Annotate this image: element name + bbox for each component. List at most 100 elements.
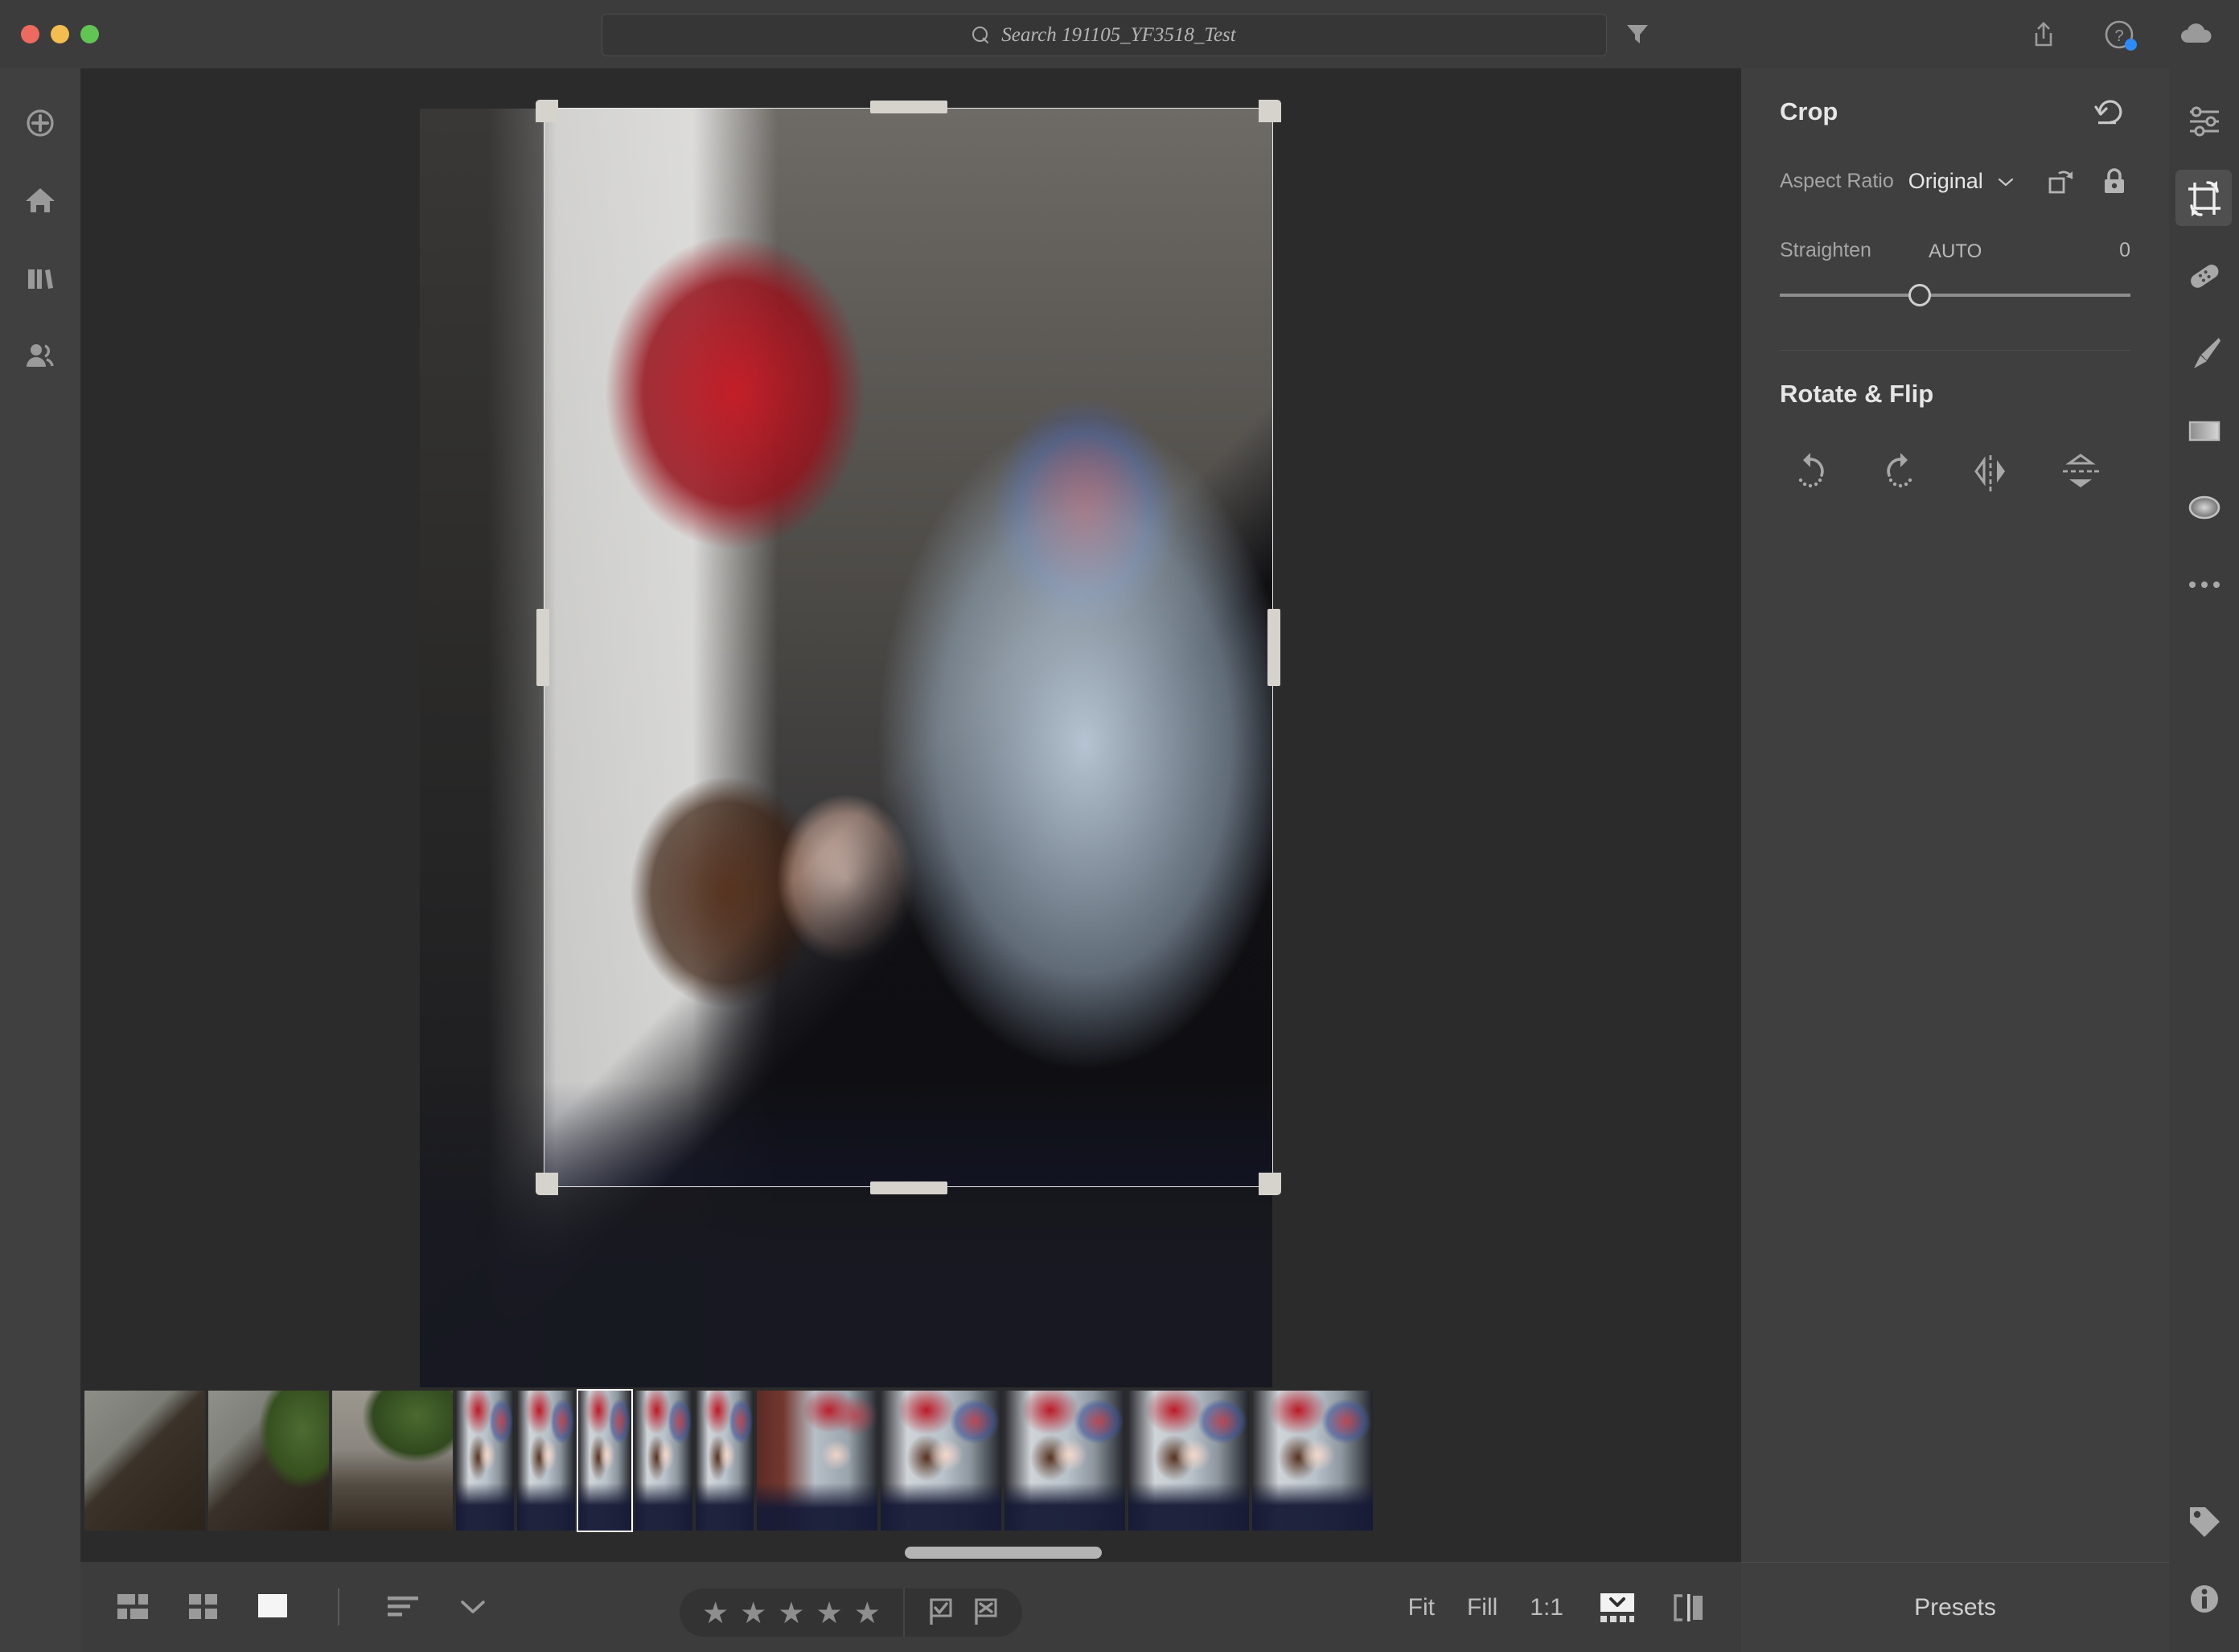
aspect-ratio-value[interactable]: Original <box>1908 169 1983 194</box>
tool-crop[interactable] <box>2169 160 2239 237</box>
rotate-crop-icon[interactable] <box>2045 165 2077 197</box>
filmstrip-thumb[interactable] <box>635 1391 692 1531</box>
straighten-row: Straighten AUTO 0 <box>1780 239 2130 263</box>
filmstrip-thumb[interactable] <box>1004 1391 1125 1531</box>
star-4[interactable]: ★ <box>816 1598 843 1628</box>
left-navigation-rail <box>0 68 80 1652</box>
crop-handle-bottom-right[interactable] <box>1259 1173 1281 1195</box>
tool-healing[interactable] <box>2169 237 2239 314</box>
crop-handle-top-center[interactable] <box>869 101 947 113</box>
close-button[interactable] <box>21 25 39 43</box>
filmstrip-toggle-icon[interactable] <box>1596 1591 1636 1625</box>
zoom-1to1-button[interactable]: 1:1 <box>1530 1594 1563 1621</box>
minimize-button[interactable] <box>51 25 69 43</box>
filmstrip-thumb[interactable] <box>696 1391 754 1531</box>
rotate-right-icon[interactable] <box>1878 449 1923 494</box>
tool-info[interactable] <box>2169 1560 2239 1638</box>
tool-more-options[interactable] <box>2169 546 2239 623</box>
star-2[interactable]: ★ <box>740 1598 766 1628</box>
tool-keywords[interactable] <box>2169 1483 2239 1560</box>
sidebar-item-home[interactable] <box>0 162 80 239</box>
thumb-soldier-1 <box>456 1391 514 1531</box>
help-notification-badge <box>2125 39 2137 51</box>
sort-icon[interactable] <box>383 1588 425 1625</box>
maximize-button[interactable] <box>80 25 99 43</box>
tool-brush[interactable] <box>2169 314 2239 392</box>
flag-picked-icon[interactable] <box>924 1594 958 1632</box>
thumb-soldier-8 <box>1128 1391 1249 1531</box>
filmstrip-thumb[interactable] <box>757 1391 877 1531</box>
search-value: Search 191105_YF3518_Test <box>1001 23 1236 46</box>
filmstrip[interactable] <box>80 1387 1741 1534</box>
mosaic-view-icon[interactable] <box>114 1588 156 1625</box>
flip-vertical-icon[interactable] <box>2058 449 2103 494</box>
straighten-slider[interactable] <box>1780 281 2130 310</box>
chevron-down-icon[interactable] <box>1998 176 2014 187</box>
star-1[interactable]: ★ <box>702 1598 729 1628</box>
sidebar-item-add-photos[interactable] <box>0 84 80 162</box>
filmstrip-scrollbar-handle[interactable] <box>905 1547 1102 1559</box>
tool-radial-gradient[interactable] <box>2169 469 2239 546</box>
radial-gradient-icon <box>2184 487 2225 528</box>
crop-handle-middle-right[interactable] <box>1267 609 1280 686</box>
filmstrip-thumb[interactable] <box>517 1391 575 1531</box>
crop-handle-top-left[interactable] <box>536 100 558 122</box>
straighten-auto-button[interactable]: AUTO <box>1929 240 1982 263</box>
crop-handle-top-right[interactable] <box>1259 100 1281 122</box>
tool-edit[interactable] <box>2169 83 2239 160</box>
filmstrip-thumb[interactable] <box>1128 1391 1249 1531</box>
zoom-fit-button[interactable]: Fit <box>1408 1594 1435 1621</box>
star-5[interactable]: ★ <box>854 1598 881 1628</box>
healing-brush-icon <box>2184 255 2225 297</box>
right-tool-rail <box>2169 68 2239 1652</box>
photo-canvas[interactable] <box>80 68 1741 1387</box>
detail-view-icon[interactable] <box>253 1588 294 1625</box>
star-3[interactable]: ★ <box>778 1598 804 1628</box>
presets-button[interactable]: Presets <box>1741 1562 2169 1652</box>
crop-box[interactable] <box>536 100 1281 1195</box>
right-edit-panel: Crop Aspect Ratio Original Straighten AU… <box>1741 68 2169 1652</box>
lock-closed-icon[interactable] <box>2098 165 2130 197</box>
aspect-ratio-label: Aspect Ratio <box>1780 169 1894 192</box>
help-icon[interactable]: ? <box>2102 18 2137 51</box>
thumb-stone-bench <box>332 1391 453 1531</box>
sort-chevron-down-icon[interactable] <box>452 1588 494 1625</box>
rotate-left-icon[interactable] <box>1788 449 1833 494</box>
filmstrip-thumb[interactable] <box>84 1391 205 1531</box>
cloud-icon[interactable] <box>2178 18 2212 51</box>
search-input[interactable]: Search 191105_YF3518_Test <box>602 14 1607 56</box>
presets-label: Presets <box>1914 1593 1996 1621</box>
grid-view-icon[interactable] <box>183 1588 225 1625</box>
share-icon[interactable] <box>2027 18 2060 51</box>
rating-control: ★ ★ ★ ★ ★ <box>680 1588 1022 1637</box>
thumb-soldier-2 <box>517 1391 575 1531</box>
filmstrip-thumb[interactable] <box>332 1391 453 1531</box>
reset-arrow-icon[interactable] <box>2093 97 2130 126</box>
zoom-fill-button[interactable]: Fill <box>1467 1594 1497 1621</box>
filmstrip-track <box>84 1389 1376 1532</box>
sidebar-item-sharing[interactable] <box>0 316 80 393</box>
slider-knob[interactable] <box>1908 284 1932 306</box>
star-rating[interactable]: ★ ★ ★ ★ ★ <box>680 1598 903 1628</box>
rotate-flip-buttons <box>1780 449 2130 494</box>
sidebar-item-library[interactable] <box>0 239 80 316</box>
filmstrip-thumb[interactable] <box>881 1391 1001 1531</box>
filmstrip-thumb[interactable] <box>208 1391 329 1531</box>
filter-funnel-icon[interactable] <box>1625 23 1650 45</box>
flip-horizontal-icon[interactable] <box>1968 449 2013 494</box>
crop-handle-bottom-center[interactable] <box>869 1181 947 1194</box>
filmstrip-thumb[interactable] <box>456 1391 514 1531</box>
tool-linear-gradient[interactable] <box>2169 392 2239 469</box>
titlebar-actions: ? <box>2027 18 2212 51</box>
filmstrip-scrollbar[interactable] <box>80 1544 1741 1562</box>
filmstrip-thumb-selected[interactable] <box>577 1389 633 1532</box>
straighten-value: 0 <box>2119 239 2130 261</box>
crop-handle-middle-left[interactable] <box>536 609 549 686</box>
photo-stage <box>420 100 1281 1387</box>
before-after-compare-icon[interactable] <box>1668 1591 1708 1625</box>
crop-handle-bottom-left[interactable] <box>536 1173 558 1195</box>
filmstrip-thumb[interactable] <box>1252 1391 1373 1531</box>
rotate-flip-title: Rotate & Flip <box>1780 380 1934 408</box>
flag-rejected-icon[interactable] <box>969 1594 1003 1632</box>
add-photos-icon <box>21 104 60 142</box>
